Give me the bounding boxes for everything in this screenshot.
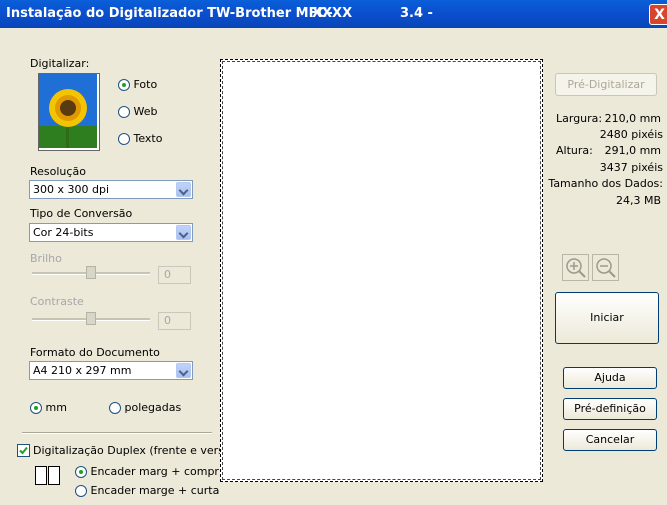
radio-short-edge[interactable] xyxy=(75,485,87,497)
width-px: 2480 pixéis xyxy=(599,128,663,141)
conversion-select[interactable]: Cor 24-bits xyxy=(29,223,193,242)
contrast-slider-thumb xyxy=(86,312,96,325)
start-button[interactable]: Iniciar xyxy=(555,292,659,344)
default-button[interactable]: Pré-definição xyxy=(563,398,657,420)
brightness-input: 0 xyxy=(158,266,191,284)
sunflower-photo-icon xyxy=(38,73,100,151)
duplex-binding-icon xyxy=(35,466,60,485)
zoom-out-button[interactable] xyxy=(592,254,619,281)
resolution-value: 300 x 300 dpi xyxy=(33,183,110,196)
zoom-out-icon xyxy=(596,258,616,278)
cancel-button[interactable]: Cancelar xyxy=(563,429,657,451)
conversion-value: Cor 24-bits xyxy=(33,226,94,239)
duplex-checkbox[interactable] xyxy=(17,444,30,457)
scan-option-label: Texto xyxy=(133,132,163,145)
unit-option-mm[interactable]: mm xyxy=(30,401,67,414)
unit-option-polegadas[interactable]: polegadas xyxy=(109,401,181,414)
height-px: 3437 pixéis xyxy=(599,161,663,174)
window-version: 3.4 - xyxy=(400,6,433,21)
radio-web[interactable] xyxy=(118,106,130,118)
duplex-option-label: Encader marge + curta xyxy=(90,484,220,497)
brightness-label: Brilho xyxy=(30,252,62,265)
chevron-down-icon[interactable] xyxy=(176,182,191,197)
doc-size-label: Formato do Documento xyxy=(30,346,160,359)
resolution-label: Resolução xyxy=(30,165,86,178)
chevron-down-icon[interactable] xyxy=(176,363,191,378)
duplex-option-long[interactable]: Encader marg + compri xyxy=(75,465,222,478)
radio-mm[interactable] xyxy=(30,402,42,414)
scan-option-label: Foto xyxy=(133,78,158,91)
duplex-label: Digitalização Duplex (frente e verso) xyxy=(33,444,235,457)
scan-label: Digitalizar: xyxy=(30,57,90,70)
title-bar: Instalação do Digitalizador TW-Brother M… xyxy=(0,0,667,28)
data-size-label: Tamanho dos Dados: xyxy=(548,177,663,190)
doc-size-value: A4 210 x 297 mm xyxy=(33,364,132,377)
width-label: Largura: xyxy=(556,112,603,125)
duplex-option-label: Encader marg + compri xyxy=(90,465,223,478)
prescan-button: Pré-Digitalizar xyxy=(555,73,657,96)
scan-preview-area[interactable] xyxy=(220,59,543,482)
unit-label: mm xyxy=(45,401,67,414)
zoom-in-icon xyxy=(566,258,586,278)
close-icon: X xyxy=(654,7,665,23)
width-mm: 210,0 mm xyxy=(604,112,661,125)
height-label: Altura: xyxy=(556,144,593,157)
scan-option-foto[interactable]: Foto xyxy=(118,78,157,91)
contrast-label: Contraste xyxy=(30,295,84,308)
help-button[interactable]: Ajuda xyxy=(563,367,657,389)
unit-label: polegadas xyxy=(124,401,182,414)
scan-option-label: Web xyxy=(133,105,158,118)
duplex-option-short[interactable]: Encader marge + curta xyxy=(75,484,219,497)
brightness-slider-thumb xyxy=(86,266,96,279)
conversion-label: Tipo de Conversão xyxy=(30,207,133,220)
window-title: Instalação do Digitalizador TW-Brother M… xyxy=(6,6,333,21)
chevron-down-icon[interactable] xyxy=(176,225,191,240)
radio-foto[interactable] xyxy=(118,79,130,91)
doc-size-select[interactable]: A4 210 x 297 mm xyxy=(29,361,193,380)
data-size-value: 24,3 MB xyxy=(615,194,661,207)
radio-polegadas[interactable] xyxy=(109,402,121,414)
resolution-select[interactable]: 300 x 300 dpi xyxy=(29,180,193,199)
radio-texto[interactable] xyxy=(118,133,130,145)
contrast-input: 0 xyxy=(158,312,191,330)
height-mm: 291,0 mm xyxy=(604,144,661,157)
zoom-in-button[interactable] xyxy=(562,254,589,281)
model-code: XXXX xyxy=(312,6,353,21)
close-button[interactable]: X xyxy=(649,4,667,25)
radio-long-edge[interactable] xyxy=(75,466,87,478)
scan-option-texto[interactable]: Texto xyxy=(118,132,162,145)
scan-option-web[interactable]: Web xyxy=(118,105,157,118)
divider xyxy=(22,432,212,434)
